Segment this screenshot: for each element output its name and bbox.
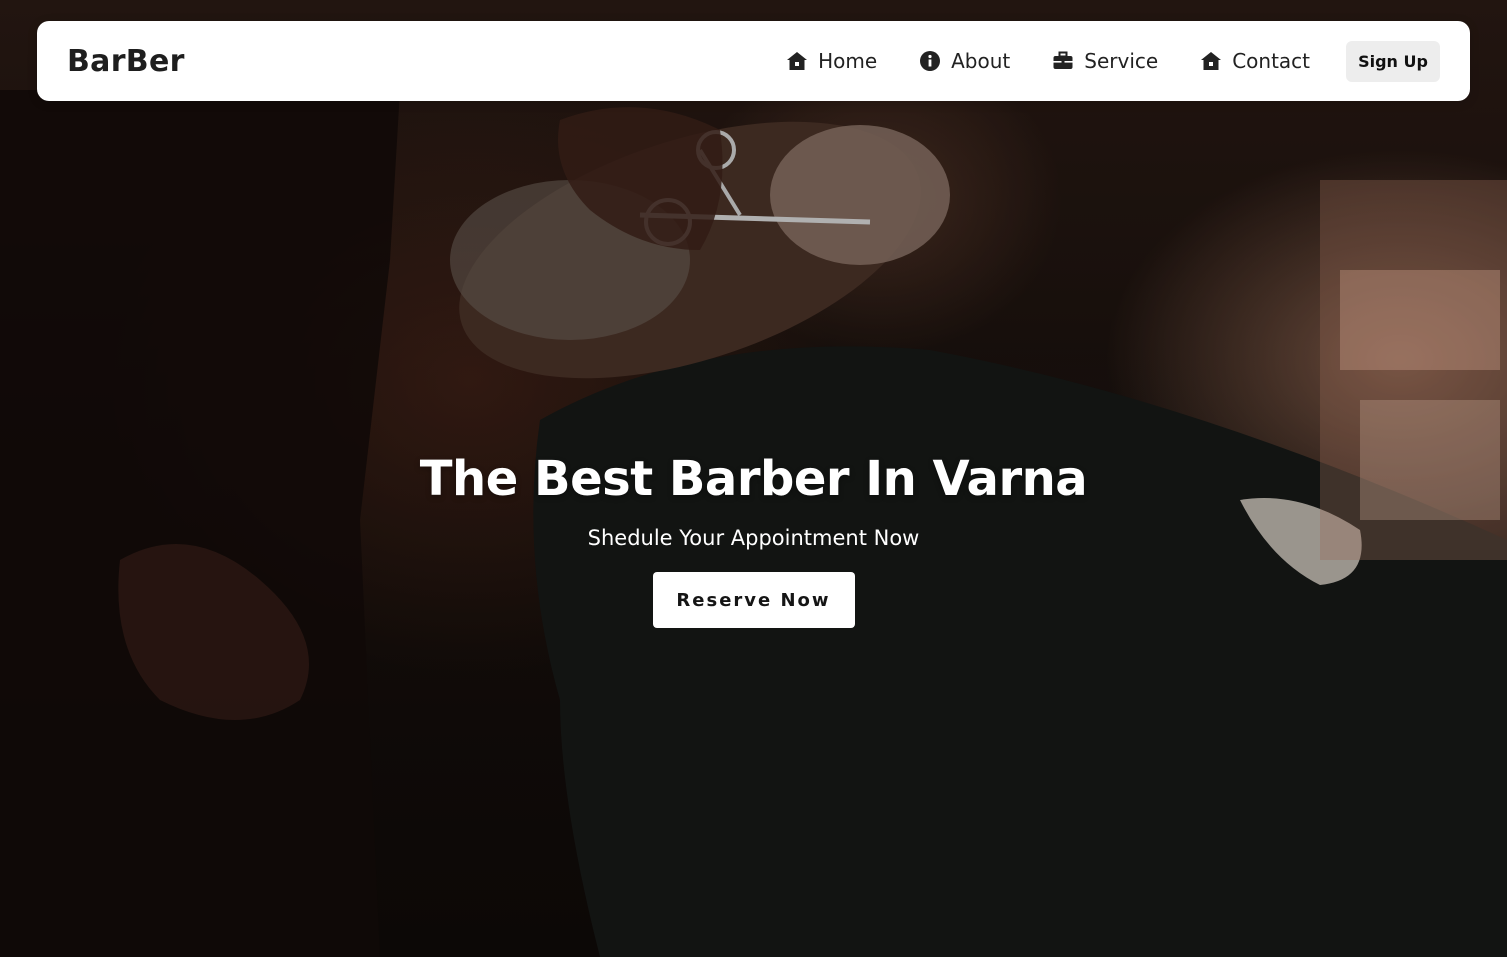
reserve-now-button[interactable]: Reserve Now xyxy=(652,572,855,628)
hero-subtitle: Shedule Your Appointment Now xyxy=(587,526,920,550)
nav-item-contact[interactable]: Contact xyxy=(1200,49,1310,73)
hero-content: The Best Barber In Varna Shedule Your Ap… xyxy=(0,448,1507,628)
nav-item-home[interactable]: Home xyxy=(786,49,877,73)
home-icon xyxy=(786,50,808,72)
nav-label-service: Service xyxy=(1084,49,1159,73)
main-nav: Home About Service Contact xyxy=(786,49,1310,73)
nav-item-about[interactable]: About xyxy=(919,49,1010,73)
briefcase-icon xyxy=(1052,50,1074,72)
site-logo[interactable]: BarBer xyxy=(67,44,185,79)
hero-section: BarBer Home About Service Contact Sign U… xyxy=(0,0,1507,957)
nav-label-about: About xyxy=(951,49,1011,73)
hero-title: The Best Barber In Varna xyxy=(419,451,1088,507)
info-icon xyxy=(919,50,941,72)
home-icon xyxy=(1200,50,1222,72)
top-navbar: BarBer Home About Service Contact Sign U… xyxy=(37,21,1470,101)
nav-item-service[interactable]: Service xyxy=(1052,49,1158,73)
sign-up-button[interactable]: Sign Up xyxy=(1346,40,1440,82)
nav-label-contact: Contact xyxy=(1232,49,1310,73)
nav-label-home: Home xyxy=(818,49,878,73)
